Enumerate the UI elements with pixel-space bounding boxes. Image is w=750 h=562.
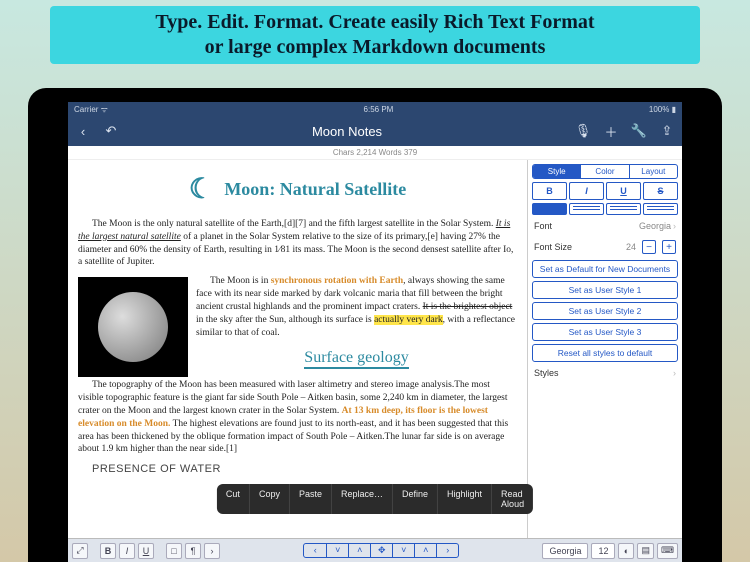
- tab-color[interactable]: Color: [580, 165, 628, 178]
- doc-heading-2: Surface geology: [304, 349, 408, 369]
- align-left-button[interactable]: [532, 203, 567, 215]
- moon-image: [78, 277, 188, 377]
- font-size-value: 24: [626, 242, 636, 252]
- toolbar-size-select[interactable]: 12: [591, 543, 615, 559]
- add-button[interactable]: ＋: [602, 122, 620, 141]
- doc-title: Moon Notes: [312, 124, 382, 139]
- tab-layout[interactable]: Layout: [629, 165, 677, 178]
- arrow-up-button[interactable]: ˄: [348, 544, 370, 557]
- arrow-move-button[interactable]: ✥: [370, 544, 392, 557]
- promo-banner: Type. Edit. Format. Create easily Rich T…: [50, 6, 700, 64]
- font-size-label: Font Size: [534, 242, 572, 252]
- tab-style[interactable]: Style: [533, 165, 580, 178]
- arrow-right-button[interactable]: ›: [436, 544, 458, 557]
- tool-layout-button[interactable]: ▤: [637, 543, 654, 559]
- menu-read-aloud[interactable]: Read Aloud: [491, 484, 533, 514]
- word-count: Chars 2,214 Words 379: [68, 146, 682, 160]
- format-buttons: B I U S: [532, 182, 678, 200]
- menu-copy[interactable]: Copy: [249, 484, 289, 514]
- font-value: Georgia: [639, 221, 671, 231]
- size-plus-button[interactable]: +: [662, 240, 676, 254]
- promo-line-1: Type. Edit. Format. Create easily Rich T…: [60, 10, 690, 35]
- app-screen: Carrier ᯤ 6:56 PM 100% ▮ ‹ ↶ Moon Notes …: [68, 102, 682, 562]
- menu-define[interactable]: Define: [392, 484, 437, 514]
- tool-underline-button[interactable]: U: [138, 543, 154, 559]
- menu-highlight[interactable]: Highlight: [437, 484, 491, 514]
- nav-bar: ‹ ↶ Moon Notes 🎙 ＋ 🔧 ⇪: [68, 116, 682, 146]
- promo-line-2: or large complex Markdown documents: [60, 35, 690, 60]
- font-row[interactable]: Font Georgia›: [532, 218, 678, 234]
- context-menu: Cut Copy Paste Replace… Define Highlight…: [217, 484, 533, 514]
- section-heading-presence: PRESENCE OF WATER: [78, 462, 517, 477]
- styles-row[interactable]: Styles ›: [532, 365, 678, 381]
- bold-button[interactable]: B: [532, 182, 567, 200]
- document-editor[interactable]: ☾ Moon: Natural Satellite The Moon is th…: [68, 160, 527, 538]
- styles-label: Styles: [534, 368, 559, 378]
- carrier-label: Carrier ᯤ: [74, 104, 108, 115]
- tools-button[interactable]: 🔧: [630, 123, 648, 139]
- align-center-button[interactable]: [569, 203, 604, 215]
- tool-color-button[interactable]: ◐: [618, 543, 634, 559]
- tool-paragraph-button[interactable]: ¶: [185, 543, 201, 559]
- back-button[interactable]: ‹: [74, 124, 92, 139]
- italic-button[interactable]: I: [569, 182, 604, 200]
- tool-italic-button[interactable]: I: [119, 543, 135, 559]
- arrow-up-2-button[interactable]: ˄: [414, 544, 436, 557]
- clock: 6:56 PM: [108, 105, 649, 114]
- menu-paste[interactable]: Paste: [289, 484, 331, 514]
- tool-keyboard-button[interactable]: ⌨: [657, 543, 678, 559]
- panel-tabs: Style Color Layout: [532, 164, 678, 179]
- status-bar: Carrier ᯤ 6:56 PM 100% ▮: [68, 102, 682, 116]
- doc-heading-1: ☾ Moon: Natural Satellite: [78, 174, 517, 208]
- cursor-arrows: ‹ ˅ ˄ ✥ ˅ ˄ ›: [303, 543, 459, 558]
- align-justify-button[interactable]: [643, 203, 678, 215]
- tool-bold-button[interactable]: B: [100, 543, 116, 559]
- tool-insert-button[interactable]: □: [166, 543, 182, 559]
- battery-label: 100% ▮: [649, 105, 676, 114]
- share-button[interactable]: ⇪: [658, 123, 676, 139]
- chevron-right-icon: ›: [673, 368, 676, 378]
- set-style-1-button[interactable]: Set as User Style 1: [532, 281, 678, 299]
- arrow-down-2-button[interactable]: ˅: [392, 544, 414, 557]
- undo-button[interactable]: ↶: [102, 123, 120, 139]
- font-size-row: Font Size 24 − +: [532, 237, 678, 257]
- size-minus-button[interactable]: −: [642, 240, 656, 254]
- set-style-2-button[interactable]: Set as User Style 2: [532, 302, 678, 320]
- moon-icon: ☾: [189, 172, 214, 206]
- bottom-toolbar: ⤢ B I U □ ¶ › ‹ ˅ ˄ ✥ ˅ ˄ › Georgia: [68, 538, 682, 562]
- set-style-3-button[interactable]: Set as User Style 3: [532, 323, 678, 341]
- tablet-frame: Carrier ᯤ 6:56 PM 100% ▮ ‹ ↶ Moon Notes …: [28, 88, 722, 562]
- tool-expand-button[interactable]: ⤢: [72, 543, 88, 559]
- align-right-button[interactable]: [606, 203, 641, 215]
- reset-styles-button[interactable]: Reset all styles to default: [532, 344, 678, 362]
- menu-replace[interactable]: Replace…: [331, 484, 392, 514]
- underline-button[interactable]: U: [606, 182, 641, 200]
- align-buttons: [532, 203, 678, 215]
- mic-button[interactable]: 🎙: [574, 123, 592, 139]
- font-label: Font: [534, 221, 552, 231]
- arrow-left-button[interactable]: ‹: [304, 544, 326, 557]
- chevron-right-icon: ›: [673, 221, 676, 231]
- paragraph-1: The Moon is the only natural satellite o…: [78, 218, 517, 269]
- format-panel: Style Color Layout B I U S Font: [527, 160, 682, 538]
- paragraph-3: The topography of the Moon has been meas…: [78, 379, 517, 456]
- strike-button[interactable]: S: [643, 182, 678, 200]
- set-default-button[interactable]: Set as Default for New Documents: [532, 260, 678, 278]
- arrow-down-button[interactable]: ˅: [326, 544, 348, 557]
- tool-next-button[interactable]: ›: [204, 543, 220, 559]
- menu-cut[interactable]: Cut: [217, 484, 249, 514]
- toolbar-font-select[interactable]: Georgia: [542, 543, 588, 559]
